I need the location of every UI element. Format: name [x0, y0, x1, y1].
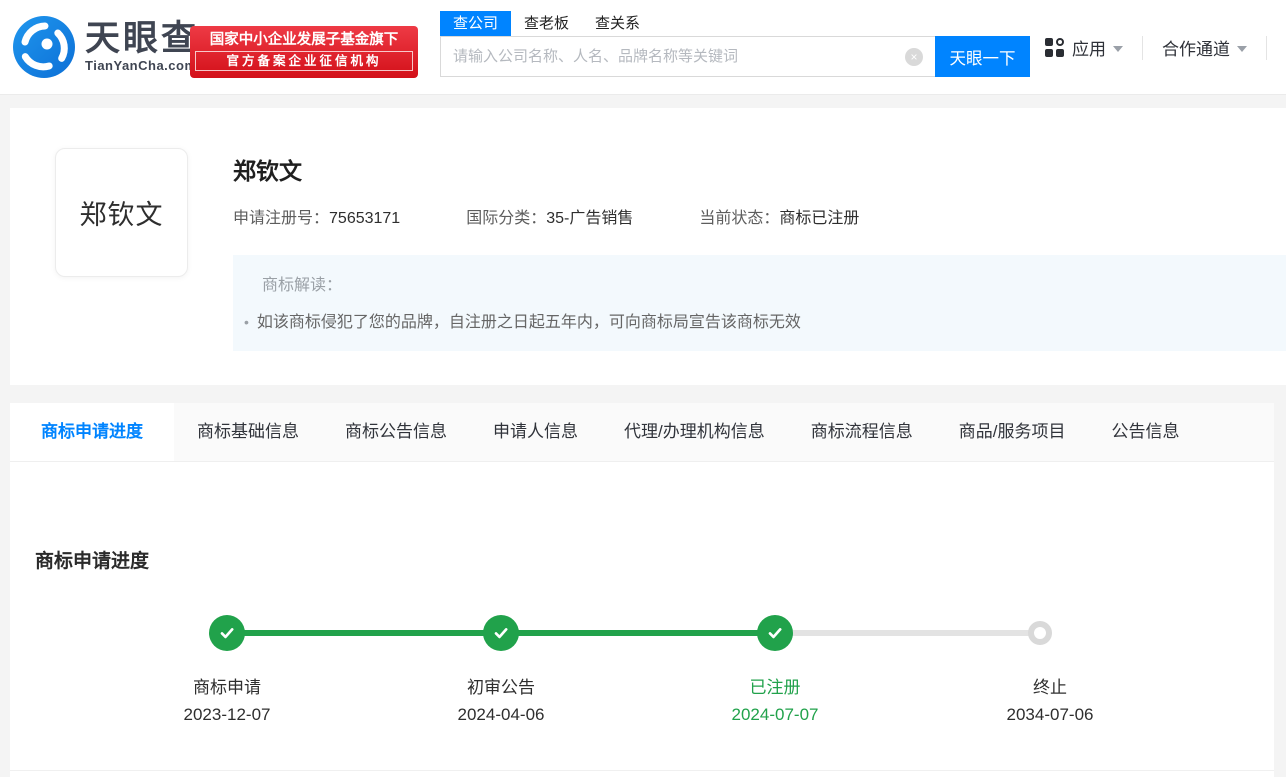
chevron-down-icon: [1237, 45, 1247, 52]
logo-domain: TianYanCha.com: [85, 58, 197, 74]
trademark-summary-card: 郑钦文 郑钦文 申请注册号：75653171 国际分类：35-广告销售 当前状态…: [10, 108, 1286, 385]
step-label: 已注册: [749, 678, 801, 697]
check-circle-icon: [757, 615, 793, 651]
registration-number-field: 申请注册号：75653171: [233, 210, 401, 227]
official-credit-badge: 国家中小企业发展子基金旗下 官方备案企业征信机构: [190, 26, 418, 78]
detail-tabbar: 商标申请进度 商标基础信息 商标公告信息 申请人信息 代理/办理机构信息 商标流…: [10, 403, 1274, 462]
step-date: 2024-04-06: [457, 705, 545, 724]
header-nav: 应用 合作通道: [1045, 35, 1286, 60]
tab-goods-services[interactable]: 商品/服务项目: [936, 403, 1089, 461]
tab-gazette-info[interactable]: 商标公告信息: [322, 403, 470, 461]
tab-announcement-info[interactable]: 公告信息: [1088, 403, 1202, 461]
trademark-interpretation: 商标解读： 如该商标侵犯了您的品牌，自注册之日起五年内，可向商标局宣告该商标无效: [233, 255, 1286, 351]
intl-class-field: 国际分类：35-广告销售: [466, 210, 634, 227]
step-label: 终止: [1033, 678, 1067, 697]
trademark-name: 郑钦文: [233, 158, 302, 184]
tianyancha-logo[interactable]: 天眼查 TianYanCha.com: [12, 15, 199, 79]
tab-applicant-info[interactable]: 申请人信息: [470, 403, 601, 461]
step-date: 2023-12-07: [183, 705, 271, 724]
tab-application-progress[interactable]: 商标申请进度: [10, 403, 174, 461]
search-input[interactable]: [440, 36, 935, 77]
timeline-segment-done: [227, 630, 501, 636]
check-circle-icon: [209, 615, 245, 651]
clear-search-icon[interactable]: ×: [905, 48, 923, 66]
divider: [1142, 35, 1143, 60]
badge-line1: 国家中小企业发展子基金旗下: [209, 32, 399, 48]
step-date: 2024-07-07: [731, 705, 819, 724]
search-tab-relation[interactable]: 查关系: [582, 11, 653, 36]
check-circle-icon: [483, 615, 519, 651]
search-module: 查公司 查老板 查关系 × 天眼一下: [440, 11, 1030, 77]
search-tabs: 查公司 查老板 查关系: [440, 11, 1030, 36]
partner-channel-menu[interactable]: 合作通道: [1162, 35, 1247, 60]
search-button[interactable]: 天眼一下: [935, 36, 1030, 77]
trademark-image: 郑钦文: [55, 148, 188, 277]
divider: [10, 770, 1274, 771]
logo-title: 天眼查: [85, 18, 200, 58]
search-box: × 天眼一下: [440, 36, 1030, 77]
timeline-segment-pending: [775, 630, 1040, 636]
chevron-down-icon: [1113, 45, 1123, 52]
divider: [1266, 35, 1267, 60]
tab-basic-info[interactable]: 商标基础信息: [174, 403, 322, 461]
apps-menu[interactable]: 应用: [1045, 35, 1123, 60]
tab-process-info[interactable]: 商标流程信息: [788, 403, 936, 461]
step-date: 2034-07-06: [1006, 705, 1094, 724]
tianyancha-eye-icon: [13, 16, 75, 78]
apps-grid-icon: [1045, 38, 1064, 57]
search-tab-boss[interactable]: 查老板: [511, 11, 582, 36]
apps-label: 应用: [1072, 40, 1106, 59]
step-label: 初审公告: [467, 678, 535, 697]
timeline-segment-done: [501, 630, 775, 636]
top-header: 天眼查 TianYanCha.com 国家中小企业发展子基金旗下 官方备案企业征…: [0, 0, 1286, 95]
tab-agency-info[interactable]: 代理/办理机构信息: [601, 403, 788, 461]
search-tab-company[interactable]: 查公司: [440, 11, 512, 36]
section-title: 商标申请进度: [35, 551, 150, 572]
current-status-field: 当前状态：商标已注册: [699, 210, 860, 227]
step-label: 商标申请: [193, 678, 261, 697]
partner-label: 合作通道: [1162, 40, 1230, 59]
interpretation-bullet: 如该商标侵犯了您的品牌，自注册之日起五年内，可向商标局宣告该商标无效: [244, 308, 1286, 332]
badge-line2: 官方备案企业征信机构: [195, 51, 413, 71]
interpretation-title: 商标解读：: [262, 277, 343, 294]
trademark-detail-card: 商标申请进度 商标基础信息 商标公告信息 申请人信息 代理/办理机构信息 商标流…: [10, 403, 1274, 777]
pending-circle-icon: [1028, 621, 1052, 645]
trademark-info-row: 申请注册号：75653171 国际分类：35-广告销售 当前状态：商标已注册: [233, 204, 925, 228]
